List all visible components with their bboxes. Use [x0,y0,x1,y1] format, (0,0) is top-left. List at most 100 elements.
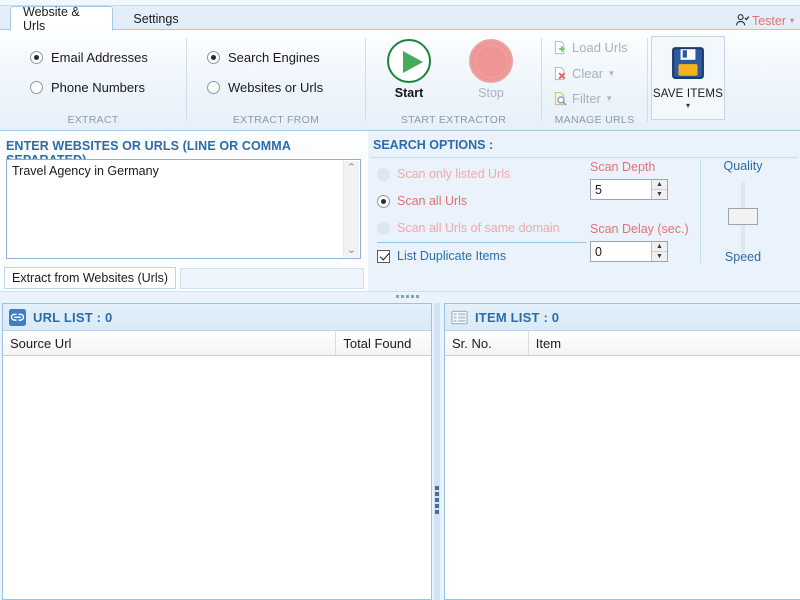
chevron-down-icon: ▾ [609,68,614,78]
scroll-up-icon[interactable]: ⌃ [347,163,356,174]
scan-delay-value[interactable]: 0 [591,242,651,261]
url-list-panel: URL LIST : 0 Source Url Total Found [2,303,432,600]
radio-search-engines-label: Search Engines [228,50,320,65]
url-list-body[interactable] [3,356,431,599]
urls-textarea[interactable]: Travel Agency in Germany ⌃ ⌄ [6,159,361,259]
item-list-header: ITEM LIST : 0 [445,304,800,331]
save-items-button[interactable]: SAVE ITEMS ▾ [651,36,725,120]
enter-urls-panel: ENTER WEBSITES OR URLS (LINE OR COMMA SE… [2,133,366,289]
ribbon-group-extract: Email Addresses Phone Numbers EXTRACT [0,30,186,130]
radio-scan-only-listed-urls[interactable]: Scan only listed Urls [377,167,510,181]
scan-delay-increment-icon[interactable]: ▲ [652,242,667,252]
scan-delay-decrement-icon[interactable]: ▼ [652,252,667,261]
floppy-disk-icon [672,47,704,79]
chevron-down-icon: ▾ [606,93,612,103]
radio-websites-or-urls-label: Websites or Urls [228,80,324,95]
slider-quality-label: Quality [723,159,763,173]
middle-area: ENTER WEBSITES OR URLS (LINE OR COMMA SE… [0,131,800,326]
radio-scan-all-urls-indicator [377,194,390,208]
radio-scan-all-urls[interactable]: Scan all Urls [377,194,467,208]
urls-textarea-scrollbar[interactable]: ⌃ ⌄ [343,161,359,257]
clear-button[interactable]: Clear ▾ [553,66,614,81]
radio-email-addresses-label: Email Addresses [51,50,148,65]
item-list-title: ITEM LIST : 0 [475,309,560,325]
scan-delay-stepper-buttons[interactable]: ▲ ▼ [651,242,667,261]
radio-websites-or-urls[interactable]: Websites or Urls [207,80,323,95]
scan-depth-decrement-icon[interactable]: ▼ [652,190,667,199]
slider-speed-label: Speed [724,250,762,264]
stop-circle-icon [469,39,513,83]
scroll-down-icon[interactable]: ⌄ [347,245,356,256]
tab-settings[interactable]: Settings [116,6,196,31]
page-search-icon [554,91,567,106]
radio-phone-numbers-label: Phone Numbers [51,80,145,95]
horizontal-splitter-line [0,291,800,292]
stop-button[interactable]: Stop [460,39,522,100]
ribbon-separator-4 [647,38,648,122]
vertical-splitter-grip[interactable] [435,486,439,514]
vertical-splitter[interactable] [432,303,444,600]
radio-scan-only-listed-urls-label: Scan only listed Urls [397,167,511,181]
ribbon-group-start-extractor: Start Stop START EXTRACTOR [366,30,541,130]
scan-depth-stepper-buttons[interactable]: ▲ ▼ [651,180,667,199]
ribbon-tab-bar: Website & Urls Settings Tester ▾ [0,5,800,33]
radio-phone-numbers[interactable]: Phone Numbers [30,80,145,95]
radio-search-engines-indicator [207,51,220,64]
radio-websites-or-urls-indicator [207,81,220,94]
save-items-label: SAVE ITEMS [652,88,724,100]
item-list-body[interactable] [445,356,800,599]
tab-extract-from-websites-label: Extract from Websites (Urls) [12,271,169,285]
user-name-label: Tester [751,13,786,28]
stop-button-label: Stop [478,86,504,100]
radio-scan-all-urls-same-domain-label: Scan all Urls of same domain [397,221,560,235]
item-list-column-sr-no[interactable]: Sr. No. [445,331,528,355]
extract-source-tabstrip: Extract from Websites (Urls) [4,267,364,289]
url-list-header: URL LIST : 0 [3,304,431,331]
tabstrip-empty-area [180,268,364,289]
application-window: Website & Urls Settings Tester ▾ Email A… [0,0,800,600]
page-plus-icon [554,40,565,55]
radio-email-addresses[interactable]: Email Addresses [30,50,148,65]
radio-search-engines[interactable]: Search Engines [207,50,320,65]
scan-delay-stepper[interactable]: 0 ▲ ▼ [590,241,668,262]
search-options-divider [370,157,798,158]
ribbon-group-extract-from: Search Engines Websites or Urls EXTRACT … [187,30,365,130]
radio-phone-numbers-indicator [30,81,43,94]
item-list-column-item[interactable]: Item [527,331,800,355]
horizontal-splitter-grip[interactable] [396,295,419,298]
start-button-label: Start [394,86,424,100]
ribbon-group-manage-urls-label: MANAGE URLS [554,114,635,126]
ribbon-group-extract-from-label: EXTRACT FROM [232,114,320,126]
scan-depth-value[interactable]: 5 [591,180,651,199]
radio-scan-all-urls-same-domain[interactable]: Scan all Urls of same domain [377,221,560,235]
link-icon [9,308,26,326]
filter-button[interactable]: Filter ▾ [553,91,611,106]
chevron-down-icon: ▾ [789,16,794,25]
radio-scan-only-listed-urls-indicator [377,167,390,181]
user-account-menu[interactable]: Tester ▾ [735,13,794,28]
scan-depth-label: Scan Depth [590,160,656,174]
slider-separator [700,159,701,263]
tab-extract-from-websites[interactable]: Extract from Websites (Urls) [4,267,177,289]
clear-label: Clear [572,66,604,81]
url-list-title: URL LIST : 0 [33,309,113,325]
horizontal-splitter[interactable] [0,291,800,303]
item-list-column-headers: Sr. No. Item [445,331,800,356]
radio-scan-all-urls-same-domain-indicator [377,221,390,235]
scan-depth-increment-icon[interactable]: ▲ [652,180,667,190]
quality-speed-slider-thumb[interactable] [728,208,758,225]
radio-email-addresses-indicator [30,51,43,64]
url-list-column-source-url[interactable]: Source Url [3,331,335,355]
url-list-column-total-found[interactable]: Total Found [335,331,431,355]
load-urls-button[interactable]: Load Urls [553,40,628,55]
scan-depth-stepper[interactable]: 5 ▲ ▼ [590,179,668,200]
scan-delay-label: Scan Delay (sec.) [590,222,689,236]
checkbox-list-duplicate-items-indicator [377,249,390,263]
url-list-column-headers: Source Url Total Found [3,331,431,356]
checkbox-list-duplicate-items[interactable]: List Duplicate Items [377,249,506,263]
start-button[interactable]: Start [378,39,440,100]
tab-website-and-urls[interactable]: Website & Urls [10,5,113,33]
table-grid-icon [451,310,468,324]
load-urls-label: Load Urls [572,40,628,55]
search-options-title: SEARCH OPTIONS : [373,138,494,152]
